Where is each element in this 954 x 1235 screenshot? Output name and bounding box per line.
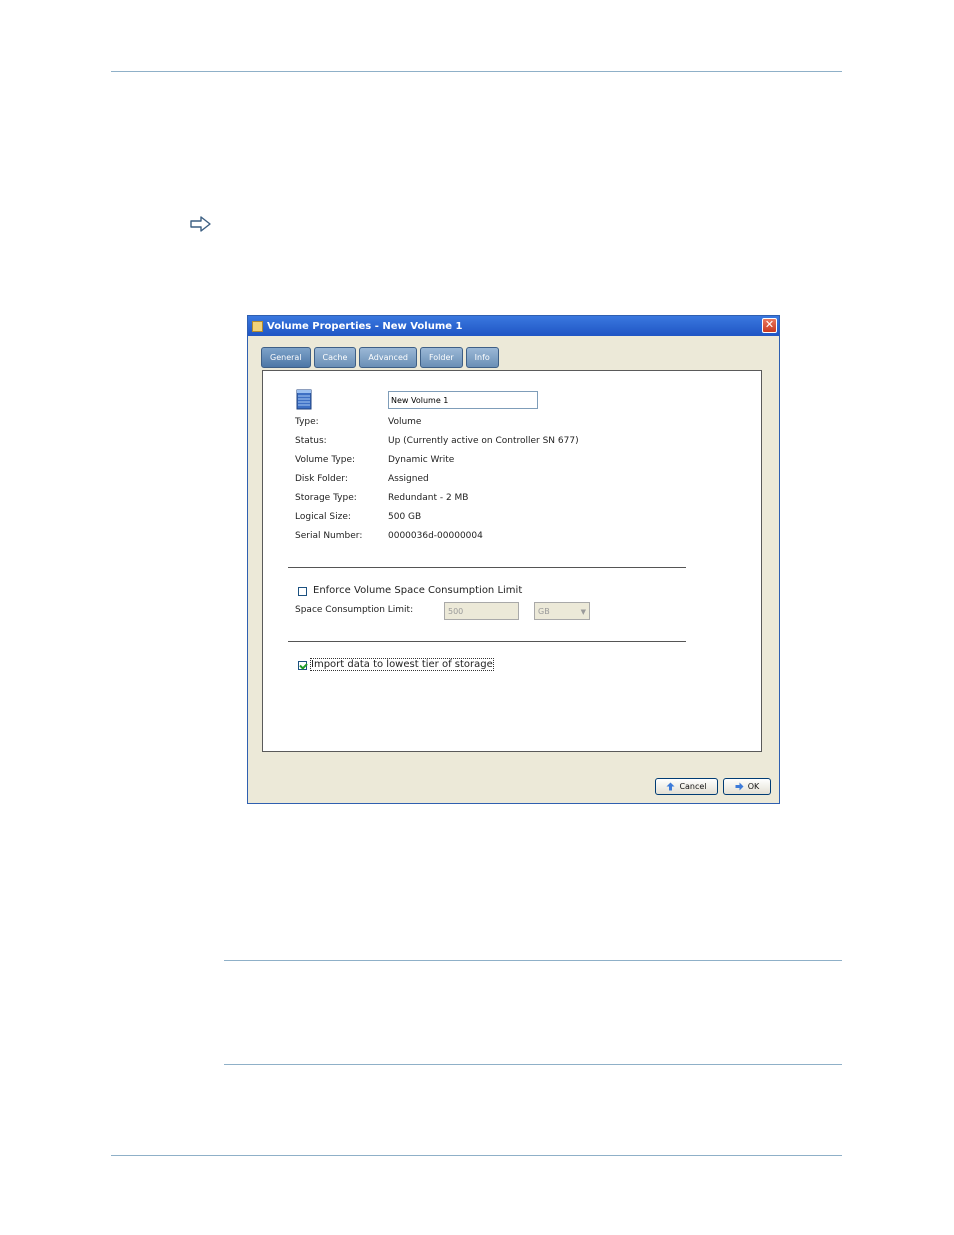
tab-info[interactable]: Info: [465, 347, 499, 368]
import-data-label: Import data to lowest tier of storage: [310, 658, 494, 671]
space-limit-input[interactable]: 500: [444, 602, 519, 620]
close-button[interactable]: ✕: [762, 318, 777, 333]
chevron-down-icon: ▼: [580, 608, 586, 616]
tab-cache[interactable]: Cache: [313, 347, 357, 368]
tab-advanced[interactable]: Advanced: [359, 347, 417, 368]
note-bottom-rule: [224, 1064, 842, 1065]
space-limit-label: Space Consumption Limit:: [295, 605, 414, 615]
cancel-button[interactable]: Cancel: [655, 778, 718, 795]
volume-properties-dialog: Volume Properties - New Volume 1 ✕ Gener…: [247, 315, 780, 804]
title-bar[interactable]: Volume Properties - New Volume 1 ✕: [248, 316, 779, 336]
general-panel: Type: Volume Status: Up (Currently activ…: [262, 370, 762, 752]
space-unit-select[interactable]: GB ▼: [534, 602, 590, 620]
section-divider: [288, 567, 686, 568]
arrow-right-icon: [735, 782, 744, 791]
volume-icon: [296, 389, 312, 410]
enforce-limit-checkbox[interactable]: [298, 587, 307, 596]
dialog-title: Volume Properties - New Volume 1: [267, 320, 463, 332]
footer-rule: [111, 1155, 842, 1156]
ok-button[interactable]: OK: [723, 778, 771, 795]
arrow-up-icon: [666, 782, 675, 791]
tab-bar: General Cache Advanced Folder Info: [261, 347, 499, 368]
enforce-limit-label: Enforce Volume Space Consumption Limit: [313, 585, 523, 596]
tab-folder[interactable]: Folder: [419, 347, 463, 368]
volume-name-input[interactable]: [388, 391, 538, 409]
section-divider: [288, 641, 686, 642]
arrow-right-icon: [190, 216, 211, 232]
header-rule: [111, 71, 842, 72]
import-data-checkbox[interactable]: [298, 661, 307, 670]
app-icon: [252, 320, 263, 332]
tab-general[interactable]: General: [261, 347, 311, 368]
note-top-rule: [224, 960, 842, 961]
